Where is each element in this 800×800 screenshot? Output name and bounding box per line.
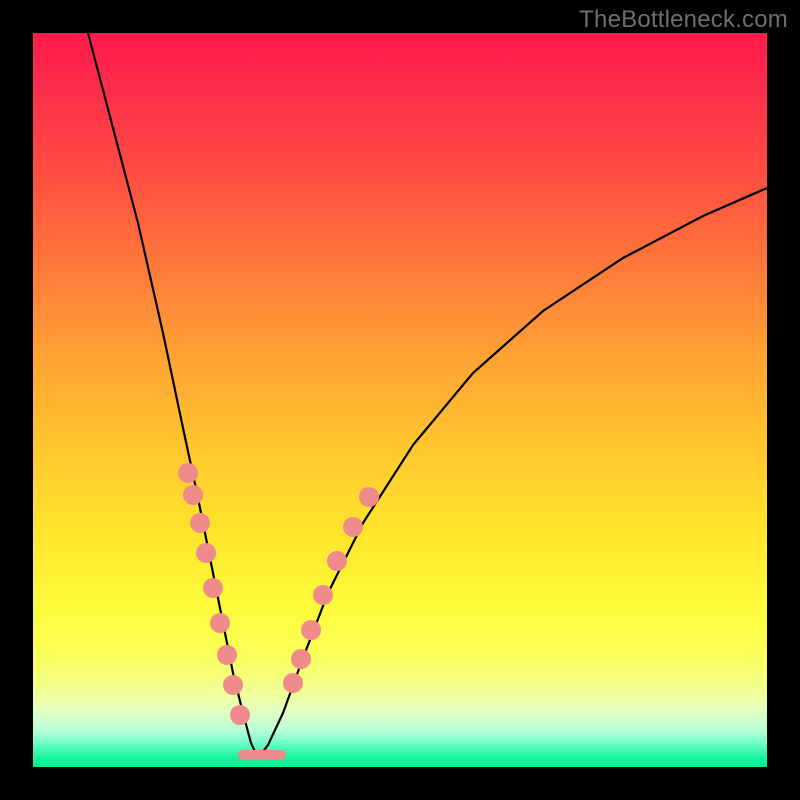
chart-svg — [33, 33, 767, 767]
data-marker — [230, 705, 250, 725]
data-marker — [210, 613, 230, 633]
data-marker — [343, 517, 363, 537]
data-marker — [301, 620, 321, 640]
data-marker — [183, 485, 203, 505]
data-marker — [178, 463, 198, 483]
data-marker — [223, 675, 243, 695]
data-marker — [291, 649, 311, 669]
data-marker — [327, 551, 347, 571]
data-marker — [190, 513, 210, 533]
data-marker — [283, 673, 303, 693]
bottleneck-curve — [88, 33, 767, 758]
data-marker — [217, 645, 237, 665]
markers-left — [178, 463, 250, 725]
data-marker — [313, 585, 333, 605]
outer-frame: TheBottleneck.com — [0, 0, 800, 800]
plot-area — [33, 33, 767, 767]
data-marker — [196, 543, 216, 563]
watermark-text: TheBottleneck.com — [579, 6, 788, 34]
data-marker — [359, 487, 379, 507]
markers-right — [283, 487, 379, 693]
data-marker — [203, 578, 223, 598]
